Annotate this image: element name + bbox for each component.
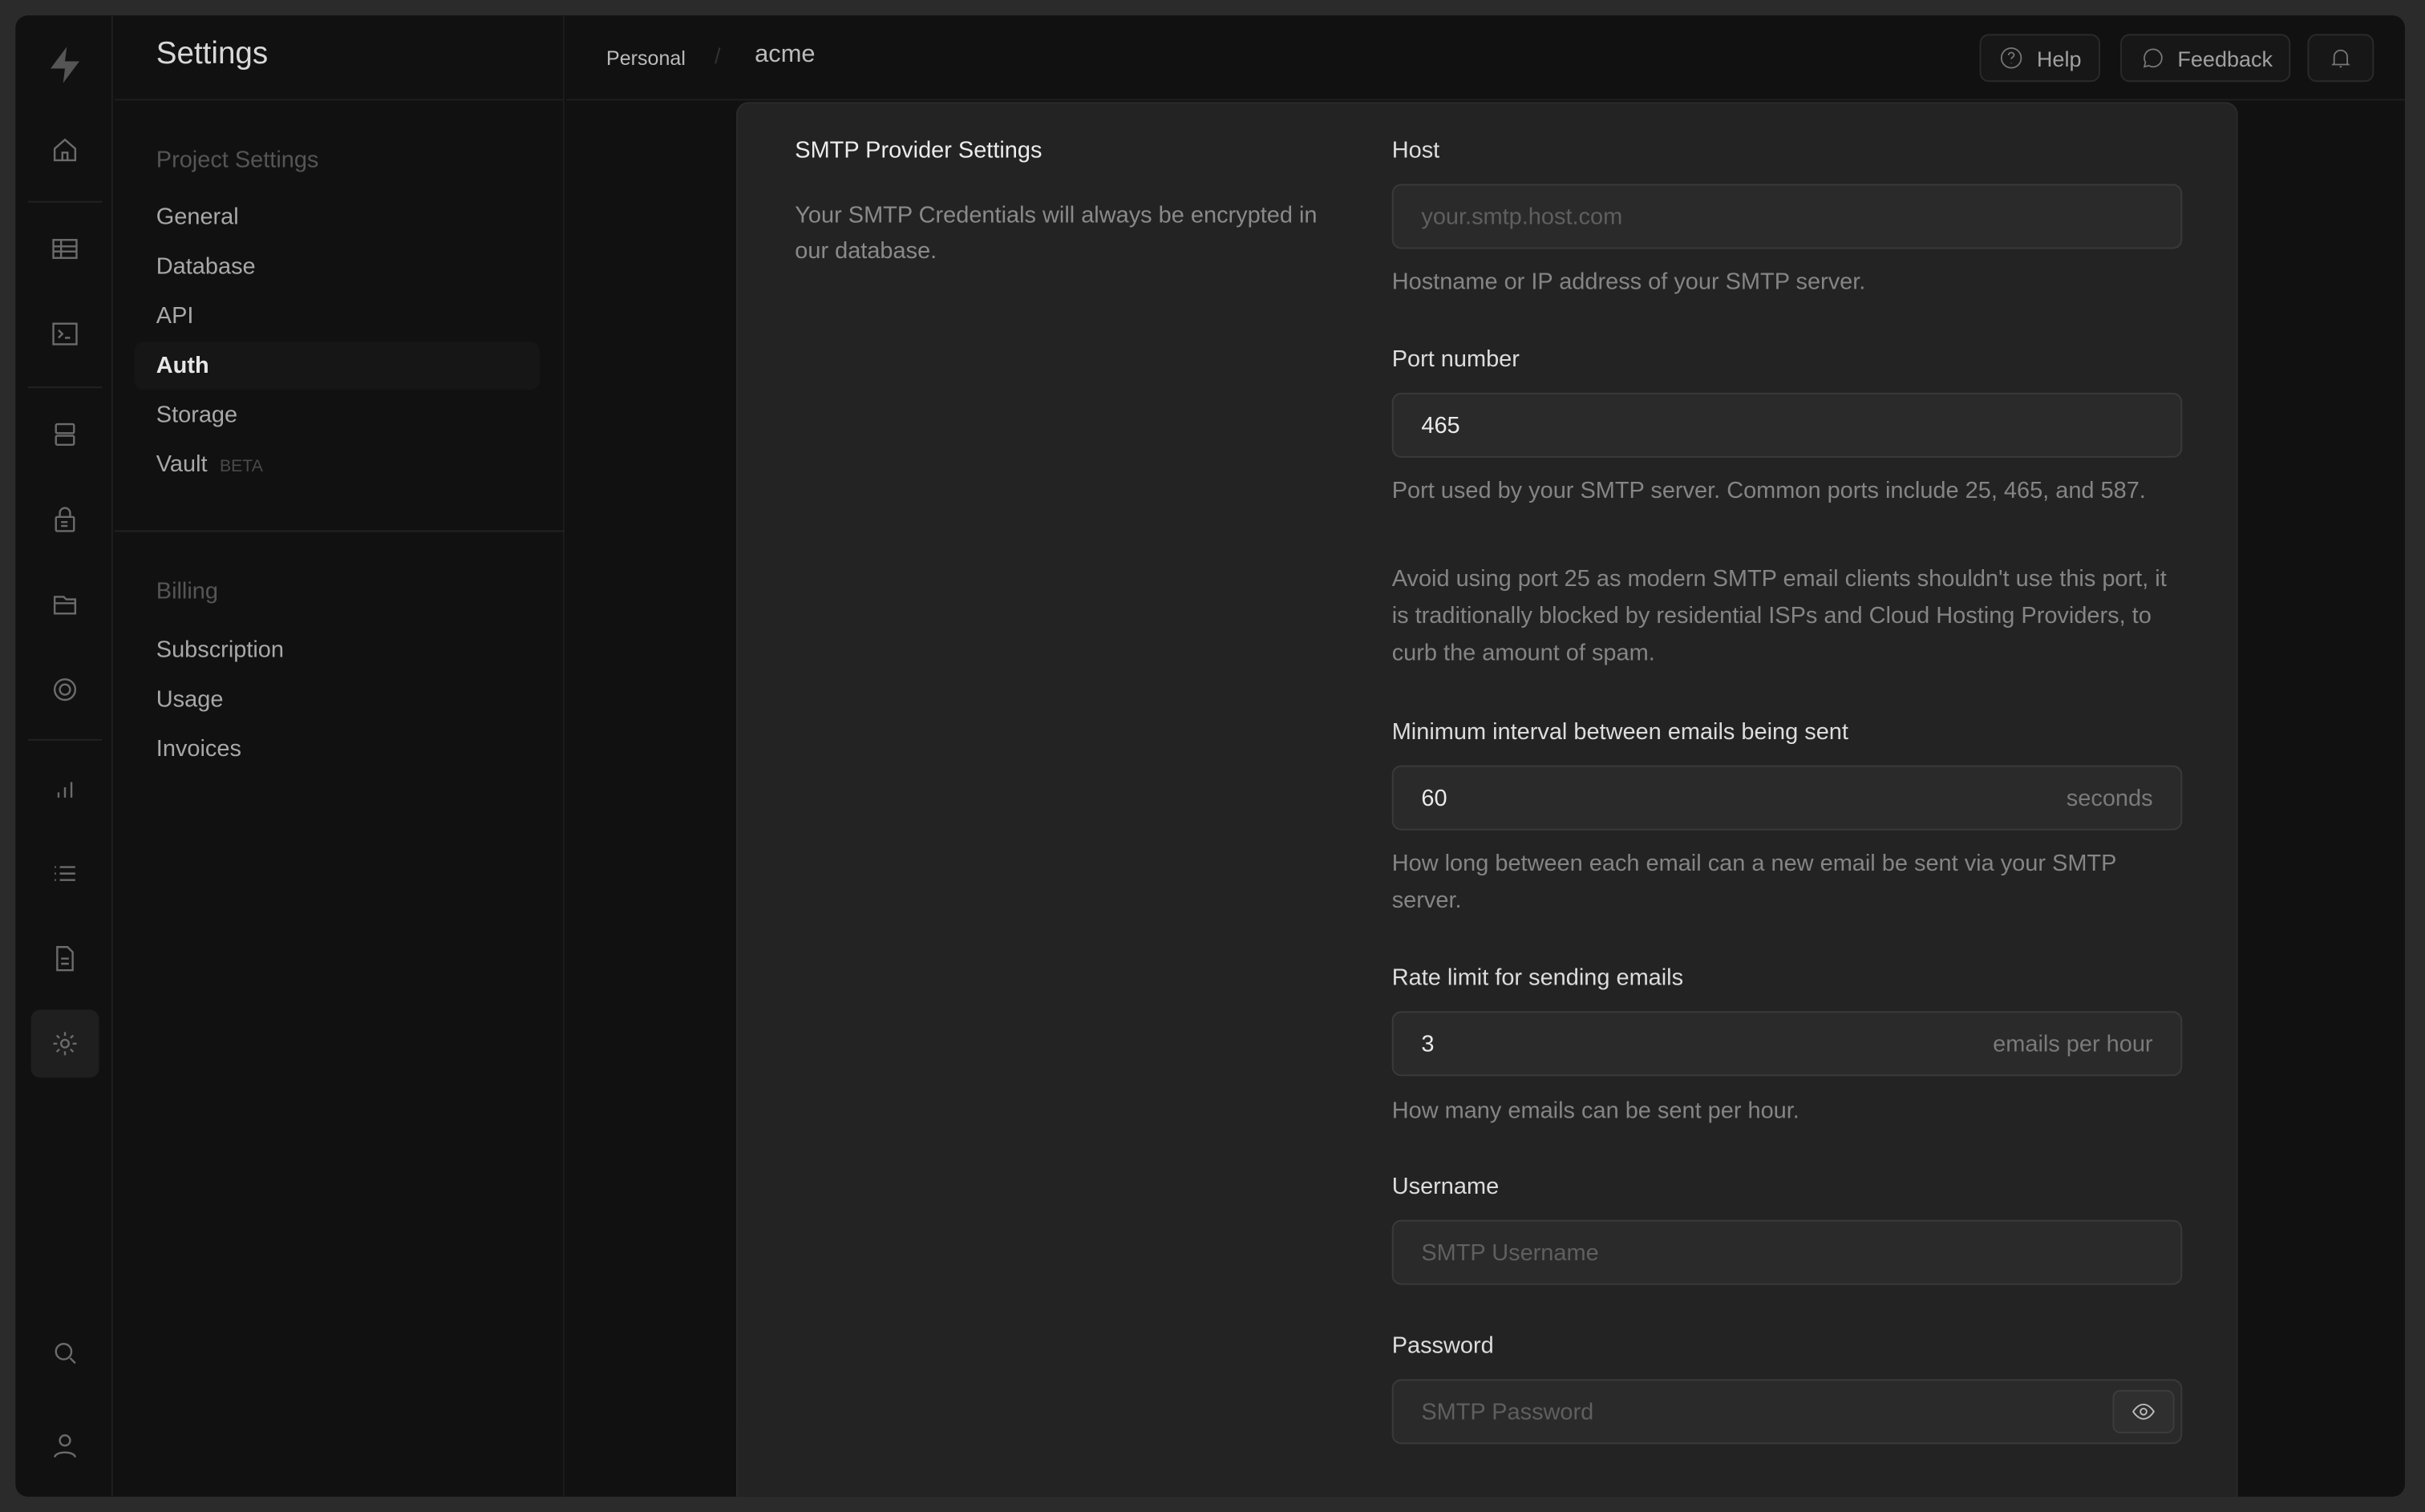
breadcrumb-personal[interactable]: Personal	[606, 46, 686, 70]
database-icon[interactable]	[31, 400, 99, 468]
password-placeholder: SMTP Password	[1421, 1398, 1594, 1425]
host-placeholder: your.smtp.host.com	[1421, 203, 1623, 230]
sidebar-item-usage[interactable]: Usage	[135, 676, 540, 724]
divider	[27, 200, 103, 203]
sidebar-item-invoices[interactable]: Invoices	[135, 725, 540, 773]
panel-title: SMTP Provider Settings	[795, 137, 1042, 164]
settings-sidebar: Settings Project Settings General Databa…	[114, 15, 565, 1497]
logs-icon[interactable]	[31, 839, 99, 908]
icon-rail	[15, 15, 113, 1497]
feedback-button[interactable]: Feedback	[2120, 34, 2292, 83]
port-label: Port number	[1391, 346, 1520, 373]
interval-label: Minimum interval between emails being se…	[1391, 718, 1848, 746]
interval-input[interactable]: 60 seconds	[1391, 765, 2183, 831]
top-bar: Personal / acme Help Feedback	[565, 15, 2405, 101]
sidebar-item-subscription[interactable]: Subscription	[135, 626, 540, 674]
notifications-button[interactable]	[2307, 34, 2374, 83]
host-help: Hostname or IP address of your SMTP serv…	[1391, 269, 1866, 296]
username-label: Username	[1391, 1173, 1500, 1200]
chat-bubble-icon	[2143, 48, 2163, 68]
section-billing: Billing	[156, 578, 218, 605]
beta-badge: BETA	[220, 457, 263, 476]
port-warning: Avoid using port 25 as modern SMTP email…	[1391, 565, 2167, 667]
divider	[27, 386, 103, 389]
rate-label: Rate limit for sending emails	[1391, 964, 1684, 992]
auth-icon[interactable]	[31, 486, 99, 554]
sidebar-item-general[interactable]: General	[135, 193, 540, 241]
section-project-settings: Project Settings	[156, 147, 319, 173]
feedback-label: Feedback	[2177, 45, 2273, 71]
user-icon[interactable]	[31, 1412, 99, 1480]
sidebar-item-label: Vault	[156, 451, 208, 478]
table-editor-icon[interactable]	[31, 215, 99, 283]
sidebar-item-vault[interactable]: Vault BETA	[135, 441, 540, 489]
help-button[interactable]: Help	[1979, 34, 2100, 83]
rate-value: 3	[1421, 1030, 1435, 1057]
interval-help: How long between each email can a new em…	[1391, 850, 2116, 914]
port-value: 465	[1421, 411, 1460, 439]
app-window: Settings Project Settings General Databa…	[15, 15, 2405, 1497]
help-label: Help	[2036, 45, 2082, 71]
rate-suffix: emails per hour	[1993, 1030, 2153, 1057]
port-help: Port used by your SMTP server. Common po…	[1391, 477, 2146, 504]
bell-icon	[2331, 49, 2350, 68]
smtp-settings-panel: SMTP Provider Settings Your SMTP Credent…	[735, 102, 2238, 1497]
docs-icon[interactable]	[31, 924, 99, 993]
interval-value: 60	[1421, 784, 1447, 811]
sidebar-item-storage[interactable]: Storage	[135, 391, 540, 439]
home-icon[interactable]	[31, 116, 99, 184]
sql-editor-icon[interactable]	[31, 300, 99, 368]
sidebar-item-database[interactable]: Database	[135, 243, 540, 291]
password-label: Password	[1391, 1332, 1494, 1360]
username-placeholder: SMTP Username	[1421, 1239, 1599, 1266]
username-input[interactable]: SMTP Username	[1391, 1219, 2183, 1285]
panel-description: Your SMTP Credentials will always be enc…	[795, 202, 1318, 265]
sidebar-item-auth[interactable]: Auth	[134, 342, 540, 390]
port-input[interactable]: 465	[1391, 392, 2183, 458]
rate-help: How many emails can be sent per hour.	[1391, 1098, 1800, 1125]
eye-icon	[2132, 1403, 2155, 1420]
interval-suffix: seconds	[2066, 784, 2153, 811]
host-input[interactable]: your.smtp.host.com	[1391, 184, 2183, 249]
help-icon	[2000, 47, 2022, 69]
storage-icon[interactable]	[31, 571, 99, 639]
settings-icon[interactable]	[30, 1009, 99, 1078]
realtime-icon[interactable]	[31, 656, 99, 724]
password-input[interactable]: SMTP Password	[1391, 1379, 2183, 1445]
divider	[114, 530, 565, 532]
search-icon[interactable]	[31, 1319, 99, 1387]
reports-icon[interactable]	[31, 754, 99, 823]
breadcrumb-project[interactable]: acme	[755, 42, 815, 70]
sidebar-title: Settings	[114, 15, 563, 101]
sidebar-item-api[interactable]: API	[135, 292, 540, 340]
breadcrumb-separator: /	[714, 42, 721, 68]
rate-input[interactable]: 3 emails per hour	[1391, 1011, 2183, 1077]
show-password-button[interactable]	[2112, 1389, 2175, 1433]
logo-icon[interactable]	[31, 31, 99, 99]
host-label: Host	[1391, 137, 1440, 164]
divider	[27, 738, 103, 741]
